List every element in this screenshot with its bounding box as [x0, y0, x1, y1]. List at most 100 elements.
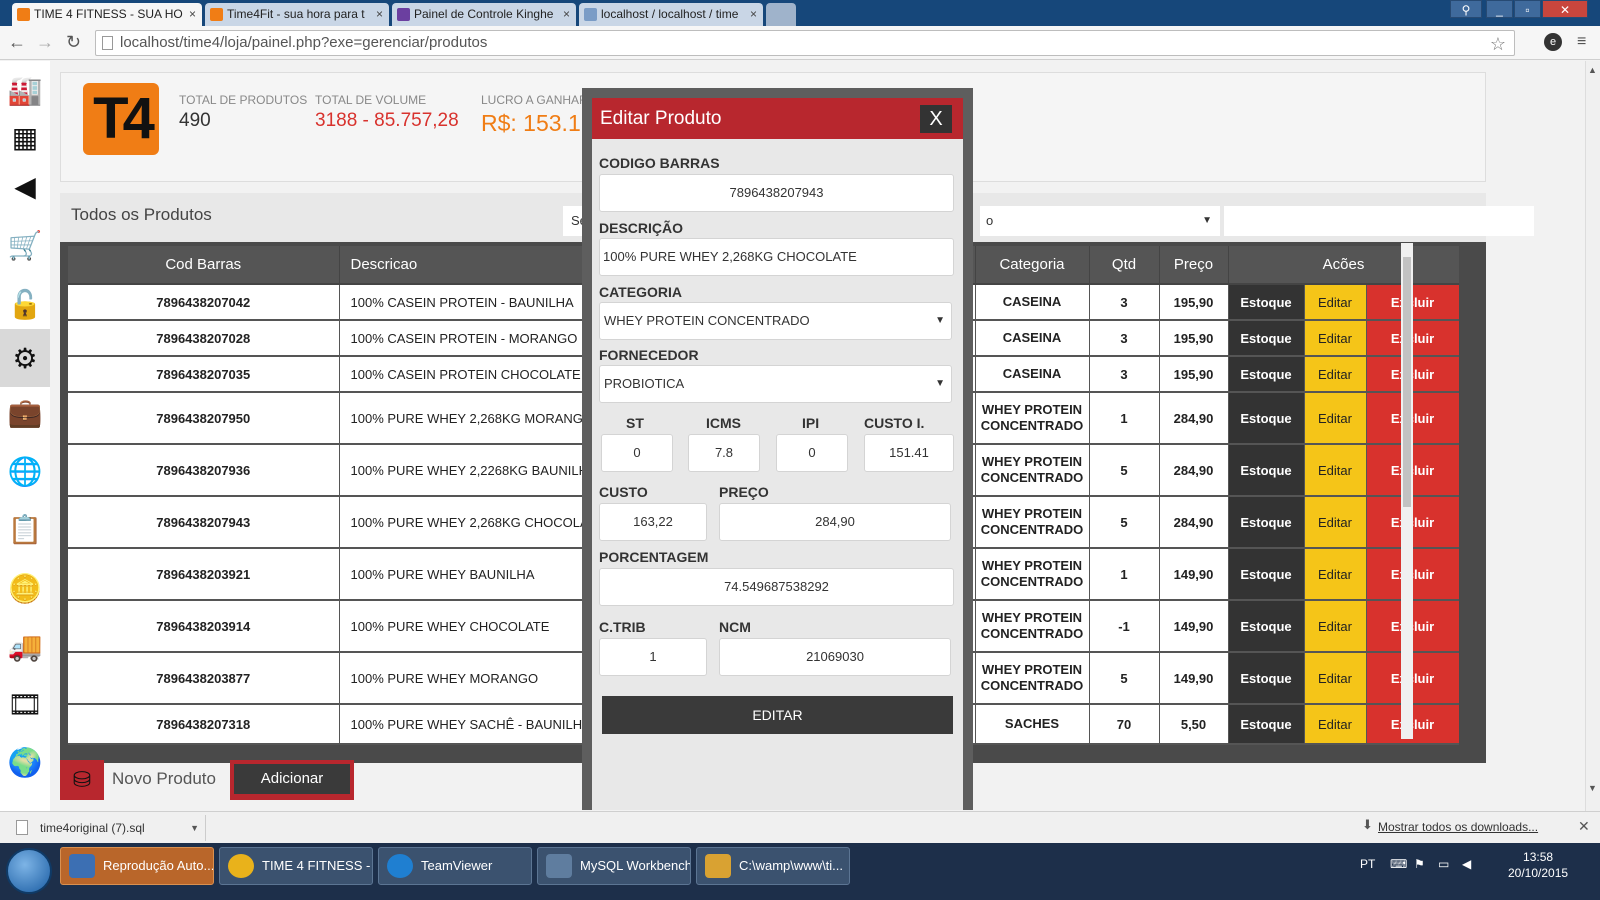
- window-close-icon[interactable]: ✕: [1542, 0, 1588, 18]
- edit-button[interactable]: Editar: [1304, 548, 1367, 601]
- col-header-qtd[interactable]: Qtd: [1089, 246, 1160, 285]
- edit-button[interactable]: Editar: [1304, 704, 1367, 745]
- ipi-input[interactable]: 0: [776, 434, 848, 472]
- app-sidebar: 🏭 ▦ ◀ 🛒 🔓 ⚙ 💼 🌐 📋 🪙 🚚 🎞 🌍: [0, 61, 50, 811]
- sidebar-item-film[interactable]: 🎞: [0, 675, 50, 733]
- new-tab-button[interactable]: [766, 3, 796, 26]
- tab-close-icon[interactable]: ×: [563, 3, 570, 26]
- sidebar-item-world[interactable]: 🌍: [0, 733, 50, 791]
- keyboard-icon[interactable]: ⌨: [1390, 857, 1407, 871]
- stock-button[interactable]: Estoque: [1228, 652, 1305, 705]
- search-input[interactable]: [1224, 206, 1534, 236]
- stock-button[interactable]: Estoque: [1228, 600, 1305, 653]
- category-select[interactable]: WHEY PROTEIN CONCENTRADO ▼: [599, 302, 952, 340]
- modal-close-button[interactable]: X: [920, 105, 952, 133]
- stat-label: TOTAL DE VOLUME: [315, 93, 427, 107]
- browser-tab[interactable]: TIME 4 FITNESS - SUA HO ×: [12, 3, 202, 26]
- language-indicator[interactable]: PT: [1360, 857, 1375, 871]
- browser-tab[interactable]: Painel de Controle Kinghe ×: [392, 3, 576, 26]
- forward-icon[interactable]: →: [36, 32, 54, 53]
- maximize-icon[interactable]: ▫: [1514, 0, 1541, 18]
- chevron-down-icon: ▼: [935, 315, 945, 326]
- porcentagem-input[interactable]: 74.549687538292: [599, 568, 954, 606]
- browser-tab[interactable]: Time4Fit - sua hora para t ×: [205, 3, 389, 26]
- stock-button[interactable]: Estoque: [1228, 496, 1305, 549]
- edit-button[interactable]: Editar: [1304, 320, 1367, 357]
- minimize-icon[interactable]: _: [1486, 0, 1513, 18]
- browser-menu-icon[interactable]: ≡: [1577, 33, 1586, 51]
- taskbar-item[interactable]: C:\wamp\www\ti...: [696, 847, 850, 885]
- flag-icon[interactable]: ⚑: [1414, 857, 1425, 871]
- col-header-category[interactable]: Categoria: [975, 246, 1090, 285]
- extension-icon[interactable]: e: [1544, 33, 1562, 51]
- stock-button[interactable]: Estoque: [1228, 320, 1305, 357]
- stock-button[interactable]: Estoque: [1228, 392, 1305, 445]
- stock-button[interactable]: Estoque: [1228, 444, 1305, 497]
- page-scrollbar[interactable]: ▲ ▼: [1585, 61, 1600, 811]
- sidebar-item-briefcase[interactable]: 💼: [0, 383, 50, 441]
- sidebar-item-clipboard[interactable]: 📋: [0, 500, 50, 558]
- back-icon[interactable]: ←: [8, 32, 26, 53]
- custo-input[interactable]: 163,22: [599, 503, 707, 541]
- sidebar-item-globe[interactable]: 🌐: [0, 442, 50, 500]
- edit-submit-button[interactable]: EDITAR: [602, 696, 953, 734]
- col-header-code[interactable]: Cod Barras: [68, 246, 340, 285]
- stock-button[interactable]: Estoque: [1228, 284, 1305, 321]
- taskbar-item[interactable]: Reprodução Auto...: [60, 847, 214, 885]
- scroll-up-icon[interactable]: ▲: [1588, 65, 1597, 75]
- edit-button[interactable]: Editar: [1304, 356, 1367, 393]
- taskbar-item[interactable]: MySQL Workbench: [537, 847, 691, 885]
- close-shelf-icon[interactable]: ✕: [1578, 818, 1590, 835]
- table-scrollbar[interactable]: [1401, 243, 1413, 739]
- sidebar-item-settings[interactable]: ⚙: [0, 329, 50, 387]
- ctrib-input[interactable]: 1: [599, 638, 707, 676]
- coins-icon: ⛁: [60, 760, 104, 800]
- taskbar-item[interactable]: TIME 4 FITNESS - ...: [219, 847, 373, 885]
- show-all-downloads-link[interactable]: Mostrar todos os downloads...: [1378, 820, 1538, 834]
- st-input[interactable]: 0: [601, 434, 673, 472]
- edit-button[interactable]: Editar: [1304, 392, 1367, 445]
- barcode-input[interactable]: 7896438207943: [599, 174, 954, 212]
- sidebar-item-back[interactable]: ◀: [0, 157, 50, 215]
- ncm-input[interactable]: 21069030: [719, 638, 951, 676]
- edit-button[interactable]: Editar: [1304, 652, 1367, 705]
- table-scroll-thumb[interactable]: [1403, 257, 1411, 507]
- stock-button[interactable]: Estoque: [1228, 704, 1305, 745]
- supplier-select[interactable]: PROBIOTICA ▼: [599, 365, 952, 403]
- system-clock[interactable]: 13:58 20/10/2015: [1508, 849, 1568, 881]
- url-input[interactable]: localhost/time4/loja/painel.php?exe=gere…: [95, 30, 1515, 56]
- sidebar-item-truck[interactable]: 🚚: [0, 617, 50, 675]
- edit-button[interactable]: Editar: [1304, 496, 1367, 549]
- edit-button[interactable]: Editar: [1304, 284, 1367, 321]
- category-filter-select[interactable]: o ▼: [980, 206, 1220, 236]
- sidebar-item-cart[interactable]: 🛒: [0, 216, 50, 274]
- tab-close-icon[interactable]: ×: [376, 3, 383, 26]
- download-item[interactable]: time4original (7).sql ▼: [6, 815, 206, 841]
- sidebar-item-lock[interactable]: 🔓: [0, 275, 50, 333]
- edit-button[interactable]: Editar: [1304, 600, 1367, 653]
- chevron-down-icon[interactable]: ▼: [190, 815, 199, 841]
- edit-button[interactable]: Editar: [1304, 444, 1367, 497]
- scroll-down-icon[interactable]: ▼: [1588, 783, 1597, 793]
- network-icon[interactable]: ▭: [1438, 857, 1449, 871]
- preco-input[interactable]: 284,90: [719, 503, 951, 541]
- reload-icon[interactable]: ↻: [66, 32, 81, 53]
- icms-input[interactable]: 7.8: [688, 434, 760, 472]
- stock-button[interactable]: Estoque: [1228, 548, 1305, 601]
- sidebar-item-coins[interactable]: 🪙: [0, 559, 50, 617]
- add-product-button[interactable]: Adicionar: [230, 760, 354, 800]
- taskbar-item[interactable]: TeamViewer: [378, 847, 532, 885]
- custo-i-input[interactable]: 151.41: [864, 434, 954, 472]
- col-header-price[interactable]: Preço: [1159, 246, 1229, 285]
- volume-icon[interactable]: ◀: [1462, 857, 1471, 871]
- stock-button[interactable]: Estoque: [1228, 356, 1305, 393]
- tab-close-icon[interactable]: ×: [189, 3, 196, 26]
- bookmark-star-icon[interactable]: ☆: [1490, 32, 1506, 56]
- site-favicon-icon: [397, 8, 410, 21]
- browser-tab[interactable]: localhost / localhost / time ×: [579, 3, 763, 26]
- tab-close-icon[interactable]: ×: [750, 3, 757, 26]
- description-input[interactable]: 100% PURE WHEY 2,268KG CHOCOLATE: [599, 238, 954, 276]
- start-button[interactable]: [6, 848, 52, 894]
- custo-i-label: CUSTO I.: [864, 415, 925, 431]
- user-profile-icon[interactable]: ⚲: [1450, 0, 1482, 18]
